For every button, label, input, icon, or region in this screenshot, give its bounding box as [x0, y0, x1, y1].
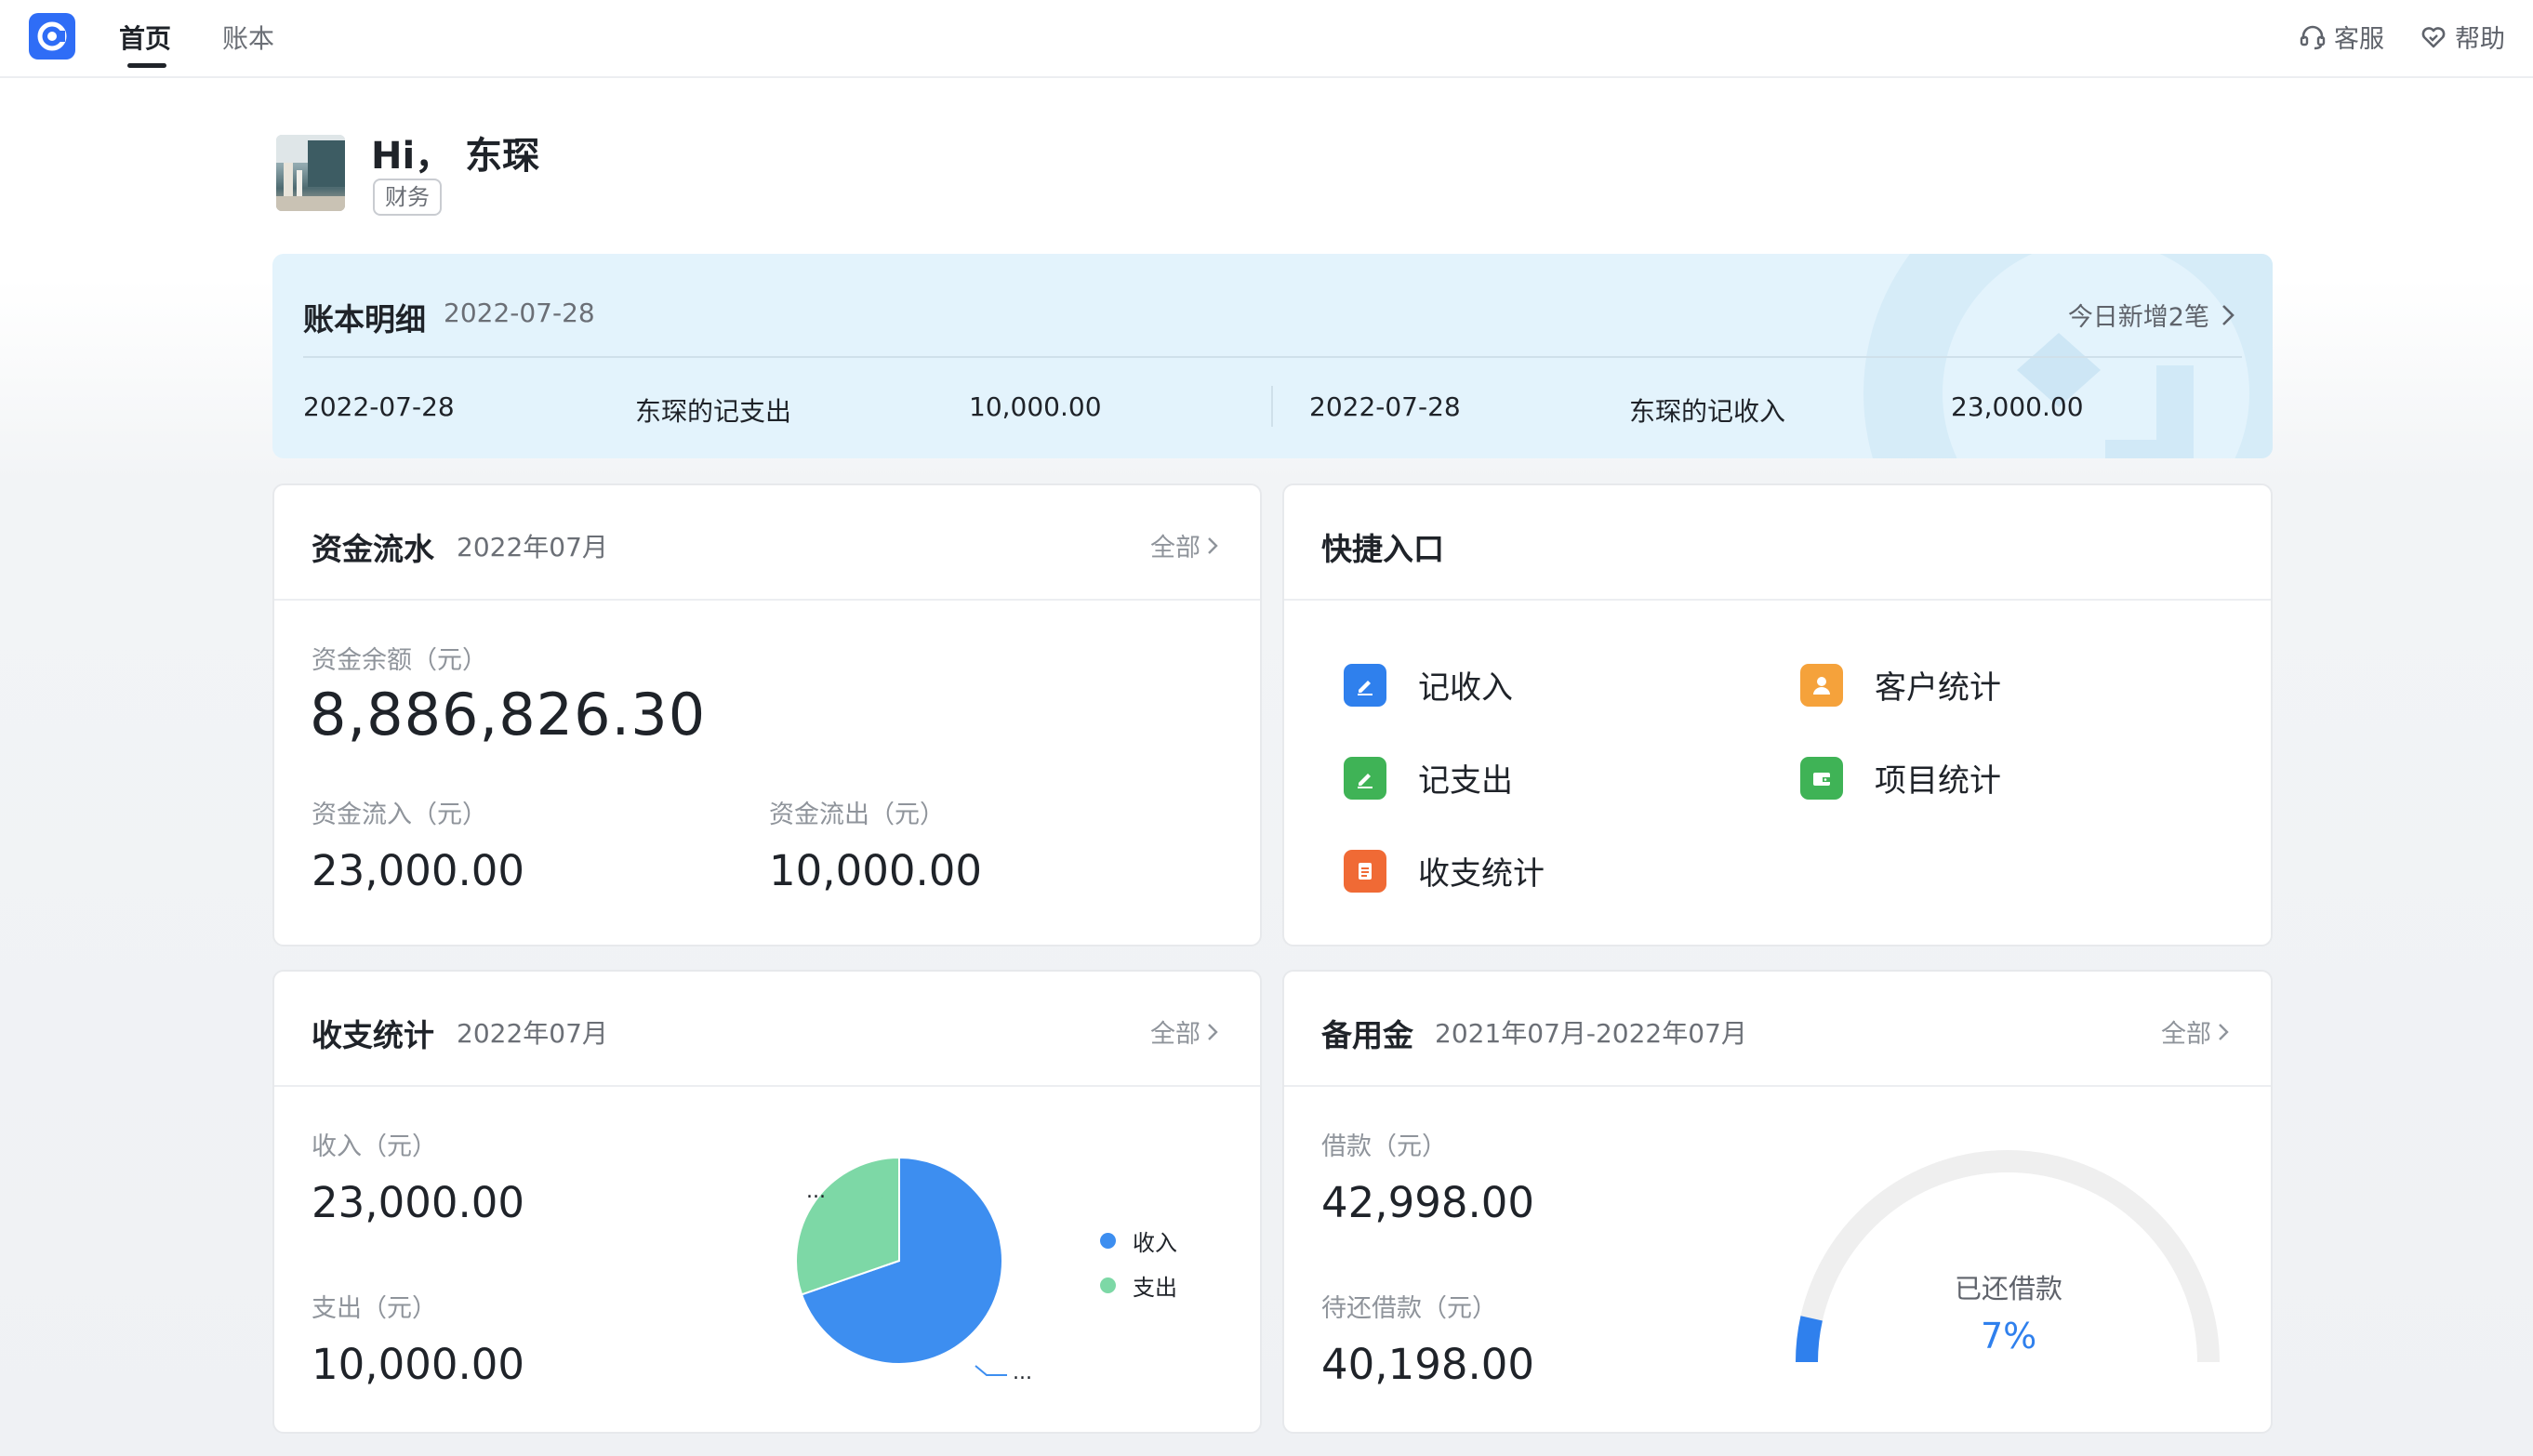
- wallet-icon: [1800, 756, 1843, 800]
- legend-dot: [1100, 1277, 1116, 1293]
- chevron-right-icon: [1208, 1023, 1218, 1040]
- pie-slice-label: ...: [1013, 1361, 1032, 1384]
- reserve-fund-card: 备用金 2021年07月-2022年07月 全部 借款（元） 42,998.00…: [1282, 970, 2273, 1434]
- quick-project-stats[interactable]: 项目统计: [1800, 755, 2001, 801]
- legend-item-income[interactable]: 收入: [1100, 1224, 1177, 1257]
- chevron-right-icon: [2222, 304, 2235, 325]
- ledger-entry-desc[interactable]: 东琛的记支出: [635, 391, 791, 429]
- help-button[interactable]: 帮助: [2420, 19, 2505, 55]
- card-period: 2022年07月: [457, 1018, 608, 1049]
- loan-label: 借款（元）: [1321, 1132, 1447, 1161]
- card-title: 快捷入口: [1321, 531, 1444, 567]
- ledger-entry-date: 2022-07-28: [1309, 391, 1461, 422]
- quick-label: 项目统计: [1875, 762, 2001, 800]
- customer-service-button[interactable]: 客服: [2299, 19, 2384, 55]
- ledger-entry-separator: [1271, 386, 1273, 427]
- card-title: 备用金: [1321, 1017, 1413, 1053]
- view-all-link[interactable]: 全部: [1150, 1013, 1219, 1050]
- pie-leader-line: [975, 1365, 1007, 1376]
- legend-label: 支出: [1133, 1275, 1177, 1301]
- ledger-entry-desc[interactable]: 东琛的记收入: [1629, 391, 1785, 429]
- card-header: 收支统计 2022年07月 全部: [274, 972, 1260, 1087]
- gauge-fill: [1796, 1316, 1823, 1363]
- balance-value: 8,886,826.30: [310, 681, 707, 748]
- edit-icon: [1344, 663, 1386, 707]
- quick-label: 记收入: [1418, 669, 1513, 707]
- view-all-link[interactable]: 全部: [1150, 527, 1219, 563]
- active-tab-indicator: [127, 63, 166, 68]
- income-label: 收入（元）: [312, 1132, 437, 1161]
- avatar[interactable]: [276, 135, 345, 211]
- card-title: 资金流水: [312, 531, 434, 567]
- today-new-entries-link[interactable]: 今日新增2笔: [2068, 297, 2235, 333]
- quick-entry-card: 快捷入口 记收入 客户统计 记支出 项目统计 收支统计: [1282, 483, 2273, 946]
- card-header: 备用金 2021年07月-2022年07月 全部: [1284, 972, 2271, 1087]
- heart-icon: [2421, 26, 2446, 47]
- ledger-divider: [303, 356, 2242, 358]
- balance-label: 资金余额（元）: [312, 646, 487, 675]
- ledger-entry-amount: 23,000.00: [1951, 391, 2084, 422]
- card-header: 资金流水 2022年07月 全部: [274, 485, 1260, 601]
- expense-label: 支出（元）: [312, 1294, 437, 1323]
- top-navigation-bar: 首页 账本 客服 帮助: [0, 0, 2533, 78]
- income-expense-card: 收支统计 2022年07月 全部 收入（元） 23,000.00 支出（元） 1…: [272, 970, 1262, 1434]
- outflow-value: 10,000.00: [769, 846, 983, 895]
- expense-value: 10,000.00: [312, 1340, 525, 1389]
- ledger-title: 账本明细: [303, 301, 426, 338]
- quick-label: 记支出: [1418, 762, 1513, 800]
- pie-slices: [795, 1156, 1003, 1365]
- tab-ledger[interactable]: 账本: [222, 19, 274, 56]
- chevron-right-icon: [1208, 536, 1218, 554]
- legend-dot: [1100, 1233, 1116, 1249]
- gauge-value: 7%: [1981, 1316, 2037, 1357]
- quick-label: 客户统计: [1875, 669, 2001, 707]
- quick-record-expense[interactable]: 记支出: [1344, 755, 1513, 801]
- outflow-label: 资金流出（元）: [769, 801, 945, 829]
- ledger-date: 2022-07-28: [444, 298, 595, 328]
- legend-item-expense[interactable]: 支出: [1100, 1269, 1177, 1302]
- quick-record-income[interactable]: 记收入: [1344, 662, 1513, 708]
- quick-label: 收支统计: [1418, 855, 1545, 893]
- avatar-photo: [276, 135, 345, 211]
- app-logo[interactable]: [29, 13, 75, 60]
- inflow-label: 资金流入（元）: [312, 801, 487, 829]
- quick-income-expense-stats[interactable]: 收支统计: [1344, 848, 1545, 893]
- cash-flow-card: 资金流水 2022年07月 全部 资金余额（元） 8,886,826.30 资金…: [272, 483, 1262, 946]
- help-label: 帮助: [2455, 25, 2505, 54]
- legend-label: 收入: [1133, 1230, 1177, 1256]
- view-all-link[interactable]: 全部: [2161, 1013, 2230, 1050]
- ledger-entry-amount: 10,000.00: [969, 391, 1102, 422]
- loan-value: 42,998.00: [1321, 1178, 1535, 1227]
- inflow-value: 23,000.00: [312, 846, 525, 895]
- view-all-label: 全部: [1150, 534, 1200, 563]
- ledger-detail-banner: 账本明细 2022-07-28 今日新增2笔 2022-07-28 东琛的记支出…: [272, 254, 2273, 458]
- view-all-label: 全部: [1150, 1020, 1200, 1049]
- logo-mark-icon: [37, 21, 67, 51]
- card-period: 2021年07月-2022年07月: [1435, 1018, 1747, 1049]
- view-all-label: 全部: [2161, 1020, 2211, 1049]
- gauge-label: 已还借款: [1955, 1273, 2063, 1304]
- edit-icon: [1344, 756, 1386, 800]
- user-icon: [1800, 663, 1843, 707]
- document-icon: [1344, 849, 1386, 893]
- card-header: 快捷入口: [1284, 485, 2271, 601]
- pending-loan-value: 40,198.00: [1321, 1340, 1535, 1389]
- income-expense-pie-chart[interactable]: ... ...: [702, 1087, 1260, 1433]
- pie-slice-label: ...: [806, 1180, 826, 1203]
- ledger-entry-date: 2022-07-28: [303, 391, 455, 422]
- headset-icon: [2300, 25, 2326, 49]
- today-new-entries-label: 今日新增2笔: [2067, 303, 2209, 332]
- quick-customer-stats[interactable]: 客户统计: [1800, 662, 2001, 708]
- income-value: 23,000.00: [312, 1178, 525, 1227]
- tab-home[interactable]: 首页: [119, 19, 171, 56]
- pending-loan-label: 待还借款（元）: [1321, 1294, 1497, 1323]
- customer-service-label: 客服: [2334, 25, 2384, 54]
- greeting-title: Hi， 东琛: [371, 135, 540, 178]
- card-period: 2022年07月: [457, 532, 608, 563]
- role-badge: 财务: [373, 179, 442, 216]
- chevron-right-icon: [2219, 1023, 2229, 1040]
- card-title: 收支统计: [312, 1017, 434, 1053]
